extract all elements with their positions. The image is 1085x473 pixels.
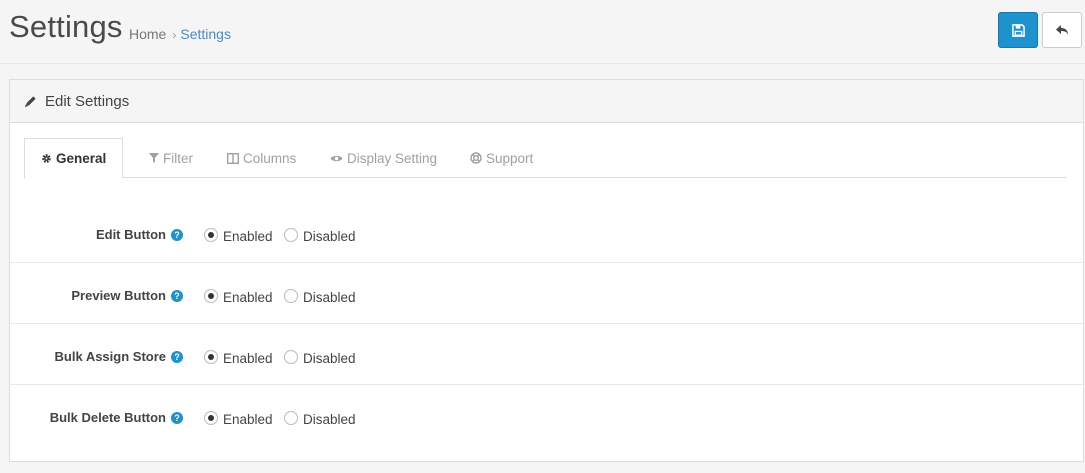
columns-icon [227,152,239,164]
setting-label: Preview Button ? [71,288,183,303]
radio-button[interactable] [284,288,298,303]
page-header: Settings Home › Settings [0,0,1085,64]
radio-enabled[interactable]: Enabled [204,288,273,305]
radio-label: Disabled [303,351,356,366]
back-button[interactable] [1042,12,1082,48]
help-icon[interactable]: ? [171,411,183,424]
radio-disabled[interactable]: Disabled [284,349,356,366]
radio-button[interactable] [204,349,218,364]
radio-button[interactable] [284,227,298,242]
tab-label: Filter [163,150,193,166]
radio-disabled[interactable]: Disabled [284,227,356,244]
radio-button[interactable] [284,349,298,364]
tab-columns[interactable]: Columns [227,138,296,178]
radio-label: Disabled [303,290,356,305]
tab-label: Columns [243,150,297,166]
setting-label-text: Preview Button [71,288,166,303]
help-icon[interactable]: ? [171,350,183,363]
setting-label: Bulk Assign Store ? [55,349,183,364]
setting-row-bulk-assign-store: Bulk Assign Store ? Enabled Disabled [10,324,1083,385]
radio-label: Disabled [303,412,356,427]
setting-row-edit-button: Edit Button ? Enabled Disabled [10,202,1083,263]
setting-row-bulk-delete-button: Bulk Delete Button ? Enabled Disabled [10,385,1083,446]
radio-button[interactable] [204,227,218,242]
gear-icon [42,154,51,163]
setting-label: Bulk Delete Button ? [50,410,183,425]
panel-heading: Edit Settings [10,80,1083,123]
life-ring-icon [470,152,482,164]
edit-settings-panel: Edit Settings General Filter Columns Dis… [9,79,1084,462]
radio-enabled[interactable]: Enabled [204,410,273,427]
radio-button[interactable] [284,410,298,425]
setting-label-text: Bulk Delete Button [49,410,166,425]
setting-label-text: Edit Button [95,227,166,242]
setting-row-preview-button: Preview Button ? Enabled Disabled [10,263,1083,324]
radio-button[interactable] [204,288,218,303]
panel-title: Edit Settings [45,92,130,110]
save-icon [1011,23,1025,37]
pencil-icon [24,95,36,107]
setting-label-text: Bulk Assign Store [54,349,166,364]
tab-label: Support [486,150,534,166]
tab-label: General [56,151,107,166]
radio-label: Disabled [303,229,356,244]
breadcrumb: Home › Settings [129,26,231,42]
radio-label: Enabled [223,229,273,244]
reply-icon [1056,25,1068,35]
filter-icon [149,153,159,163]
breadcrumb-separator: › [172,28,177,42]
help-icon[interactable]: ? [171,228,183,241]
eye-icon [330,155,343,161]
radio-enabled[interactable]: Enabled [204,227,273,244]
settings-tabs: General Filter Columns Display Setting S… [24,138,1067,179]
tab-support[interactable]: Support [470,138,533,178]
tab-display-setting[interactable]: Display Setting [330,138,437,178]
radio-disabled[interactable]: Disabled [284,288,356,305]
radio-disabled[interactable]: Disabled [284,410,356,427]
radio-label: Enabled [223,412,273,427]
tab-general[interactable]: General [24,138,124,179]
radio-button[interactable] [204,410,218,425]
help-icon[interactable]: ? [171,289,183,302]
breadcrumb-settings-link[interactable]: Settings [180,26,231,42]
radio-label: Enabled [223,351,273,366]
page-title: Settings [9,9,123,44]
radio-label: Enabled [223,290,273,305]
breadcrumb-home-link[interactable]: Home [129,26,166,42]
tab-label: Display Setting [347,150,438,166]
radio-enabled[interactable]: Enabled [204,349,273,366]
tab-filter[interactable]: Filter [149,138,193,178]
save-button[interactable] [998,12,1038,48]
setting-label: Edit Button ? [96,227,183,242]
